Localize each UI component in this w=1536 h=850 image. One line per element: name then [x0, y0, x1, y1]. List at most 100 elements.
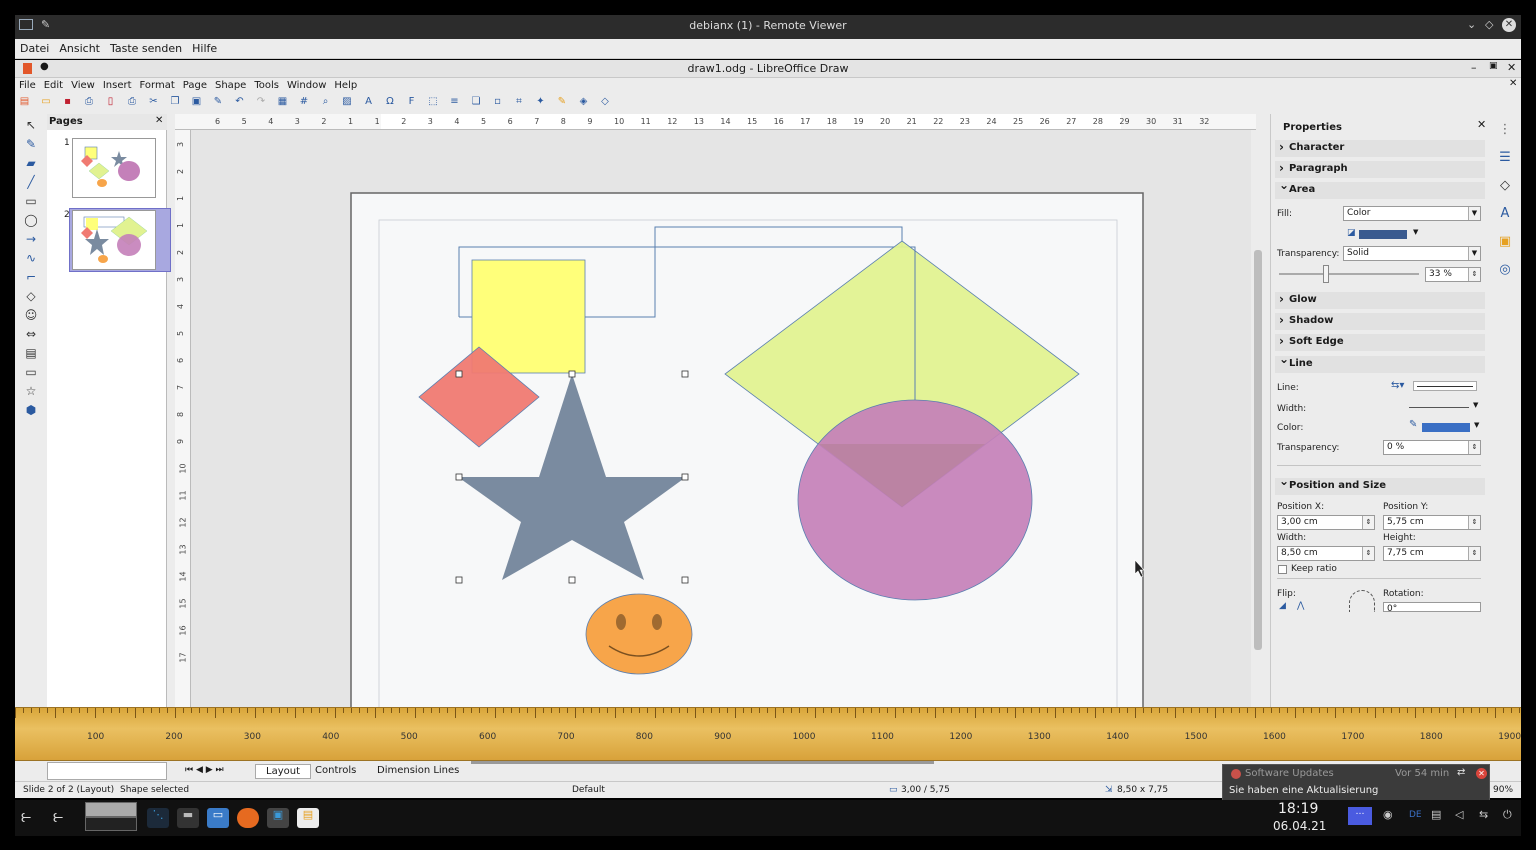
menu-datei[interactable]: Datei — [15, 39, 54, 55]
3d-objects-icon[interactable]: ⬢ — [18, 402, 44, 418]
show-draw-functions-icon[interactable]: ◇ — [598, 94, 613, 109]
shapes-icon[interactable]: ◇ — [1495, 178, 1515, 198]
software-update-notification[interactable]: Software Updates Vor 54 min ⇄ ✕ Sie habe… — [1222, 764, 1490, 802]
tab-controls[interactable]: Controls — [305, 764, 366, 777]
maximize-icon[interactable]: ◇ — [1485, 18, 1493, 31]
undo-icon[interactable]: ↶ — [232, 94, 247, 109]
menu-help[interactable]: Help — [330, 80, 361, 91]
section-line[interactable]: Line — [1275, 352, 1485, 373]
line-color-swatch[interactable] — [1422, 423, 1470, 432]
workspace-2[interactable] — [85, 817, 137, 831]
rectangle-icon[interactable]: ▭ — [18, 193, 44, 209]
export-icon[interactable]: ⎙ — [82, 94, 97, 109]
connectors-icon[interactable]: ⌐ — [18, 269, 44, 285]
master-style[interactable]: Default — [572, 785, 605, 795]
transparency-spin[interactable]: 33 % ⇕ — [1425, 267, 1481, 282]
horizontal-ruler[interactable]: 6 5 4 3 2 1 1 2 3 4 5 6 7 8 9 10 11 12 13 14 15 16 17 18 19 20 21 2… — [175, 114, 1256, 130]
minimize-icon[interactable]: ⌄ — [1467, 18, 1476, 31]
vertical-scrollbar[interactable] — [1251, 130, 1265, 708]
clipboard-icon[interactable]: ▤ — [1431, 808, 1441, 821]
rotation-field[interactable]: 0° — [1383, 602, 1481, 614]
fontwork-icon[interactable]: F — [404, 94, 419, 109]
menu-view[interactable]: View — [67, 80, 99, 91]
shadow-icon[interactable]: ▫ — [490, 94, 505, 109]
firefox-icon[interactable] — [237, 808, 259, 828]
tab-dimension-lines[interactable]: Dimension Lines — [367, 764, 469, 777]
print-icon[interactable]: ⎙ — [125, 94, 140, 109]
power-icon[interactable]: ⏻ — [1503, 808, 1512, 822]
navigator-icon[interactable]: ◎ — [1495, 262, 1515, 282]
transformations-icon[interactable]: ⬚ — [426, 94, 441, 109]
flip-horizontal-icon[interactable]: ⋀ — [1297, 601, 1304, 611]
menu-file[interactable]: File — [15, 80, 40, 91]
zoom-level[interactable]: 90% — [1493, 785, 1513, 795]
menu-ansicht[interactable]: Ansicht — [54, 39, 105, 55]
menu-format[interactable]: Format — [136, 80, 179, 91]
lo-close-icon[interactable]: ✕ — [1507, 61, 1516, 74]
menu-page[interactable]: Page — [179, 80, 211, 91]
properties-icon[interactable]: ☰ — [1495, 150, 1515, 170]
pages-close-icon[interactable]: ✕ — [155, 115, 163, 126]
libreoffice-draw-icon[interactable]: ▤ — [297, 808, 319, 828]
menu-tools[interactable]: Tools — [250, 80, 283, 91]
basic-shapes-icon[interactable]: ◇ — [18, 288, 44, 304]
remote-viewer-icon[interactable]: ▣ — [267, 808, 289, 828]
fill-dropdown[interactable]: Color ▼ — [1343, 206, 1481, 221]
export-pdf-icon[interactable]: ▯ — [103, 94, 118, 109]
section-soft-edge[interactable]: Soft Edge — [1275, 334, 1485, 351]
line-color-icon[interactable]: ✎ — [18, 136, 44, 152]
grid-icon[interactable]: ▦ — [275, 94, 290, 109]
notification-tray-icon[interactable]: … — [1348, 807, 1372, 825]
chevron-down-icon[interactable]: ▼ — [1413, 228, 1418, 236]
pos-x-field[interactable]: 3,00 cm ⇕ — [1277, 515, 1375, 530]
drawing-canvas[interactable] — [191, 130, 1251, 708]
helplines-icon[interactable]: # — [297, 94, 312, 109]
menu-insert[interactable]: Insert — [99, 80, 136, 91]
keyboard-layout[interactable]: DE — [1409, 810, 1422, 820]
flowchart-icon[interactable]: ▤ — [18, 345, 44, 361]
settings-icon[interactable]: ⇄ — [1457, 767, 1465, 778]
screen-ruler-overlay[interactable]: 100 200 300 400 500 600 700 800 900 1000 1100 1200 1… — [15, 707, 1521, 761]
section-character[interactable]: Character — [1275, 140, 1485, 157]
curves-icon[interactable]: ∿ — [18, 250, 44, 266]
stars-icon[interactable]: ☆ — [18, 383, 44, 399]
line-icon[interactable]: ╱ — [18, 174, 44, 190]
tab-layout[interactable]: Layout — [255, 764, 311, 779]
textbox-icon[interactable]: A — [361, 94, 376, 109]
menu-shape[interactable]: Shape — [211, 80, 250, 91]
glue-icon[interactable]: ✎ — [555, 94, 570, 109]
chevron-down-icon[interactable]: ▼ — [1474, 421, 1479, 429]
menu-taste-senden[interactable]: Taste senden — [105, 39, 187, 55]
save-icon[interactable]: ▪ — [60, 94, 75, 109]
section-glow[interactable]: Glow — [1275, 292, 1485, 309]
width-field[interactable]: 8,50 cm ⇕ — [1277, 546, 1375, 561]
arrow-style-icon[interactable]: ⇆▾ — [1391, 380, 1404, 391]
points-icon[interactable]: ✦ — [533, 94, 548, 109]
image-icon[interactable]: ▨ — [340, 94, 355, 109]
first-tab-icon[interactable]: ⏮ ◀ ▶ ⏭ — [185, 765, 224, 775]
section-area[interactable]: Area — [1275, 178, 1485, 199]
clock-time[interactable]: 18:19 — [1278, 801, 1318, 817]
section-position-size[interactable]: Position and Size — [1275, 474, 1485, 495]
close-icon[interactable]: ✕ — [1502, 18, 1516, 32]
line-width-dropdown[interactable] — [1409, 407, 1469, 408]
chevron-down-icon[interactable]: ▼ — [1473, 401, 1478, 409]
symbol-shapes-icon[interactable]: ☺ — [18, 307, 44, 323]
transparency-slider-track[interactable] — [1279, 273, 1419, 275]
section-paragraph[interactable]: Paragraph — [1275, 161, 1485, 178]
new-icon[interactable]: ▤ — [17, 94, 32, 109]
transparency-dropdown[interactable]: Solid ▼ — [1343, 246, 1481, 261]
section-shadow[interactable]: Shadow — [1275, 313, 1485, 330]
page-thumbnail-2[interactable] — [72, 210, 156, 270]
scrollbar-thumb[interactable] — [1254, 250, 1262, 650]
crop-icon[interactable]: ⌗ — [512, 94, 527, 109]
lo-maximize-icon[interactable]: ▣ — [1489, 61, 1498, 71]
paste-icon[interactable]: ▣ — [189, 94, 204, 109]
callouts-icon[interactable]: ▭ — [18, 364, 44, 380]
zoom-icon[interactable]: ⌕ — [318, 94, 333, 109]
lines-arrows-icon[interactable]: → — [18, 231, 44, 247]
horizontal-scrollbar[interactable] — [471, 761, 934, 764]
clock-date[interactable]: 06.04.21 — [1273, 819, 1326, 833]
special-character-icon[interactable]: Ω — [383, 94, 398, 109]
redo-icon[interactable]: ↷ — [254, 94, 269, 109]
